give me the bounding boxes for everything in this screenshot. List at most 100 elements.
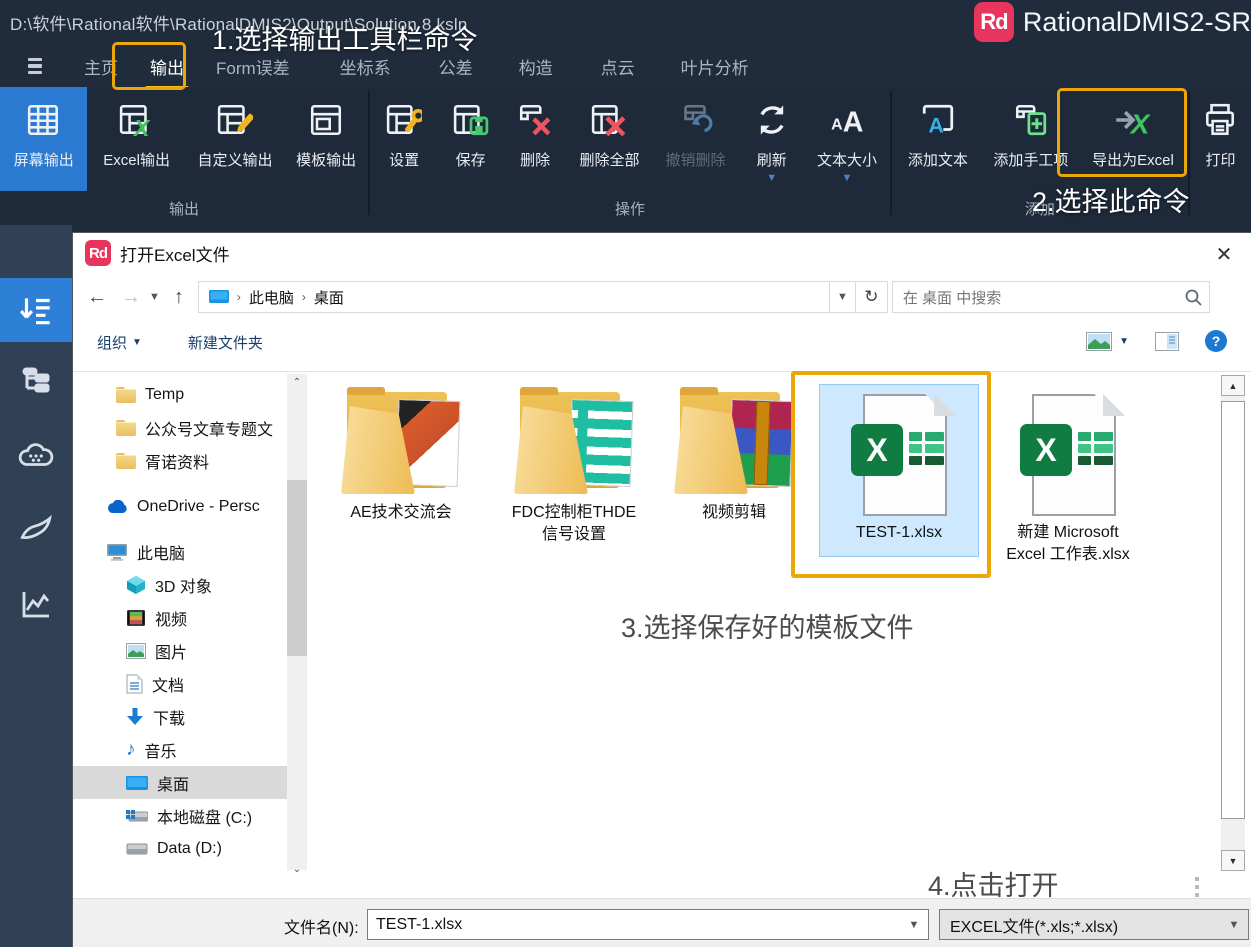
file-tile-video-edit[interactable]: 视频剪辑 — [654, 392, 814, 524]
excel-output-button[interactable]: X Excel输出 — [87, 87, 185, 191]
print-button[interactable]: 打印 — [1190, 87, 1251, 191]
address-caret-icon[interactable]: ▼ — [829, 282, 855, 312]
delete-button[interactable]: 删除 — [503, 87, 568, 191]
list-scroll-down-icon[interactable]: ▼ — [1221, 850, 1245, 871]
help-icon[interactable]: ? — [1205, 330, 1227, 352]
add-text-button[interactable]: A 添加文本 — [892, 87, 984, 191]
title-bar: D:\软件\Rational软件\RationalDMIS2\Output\So… — [0, 0, 1251, 45]
tree-item-videos[interactable]: 视频 — [73, 601, 287, 634]
screen-output-button[interactable]: 屏幕输出 — [0, 87, 87, 191]
dialog-close-icon[interactable]: ✕ — [1210, 240, 1238, 268]
tree-item-gongzhonghao[interactable]: 公众号文章专题文 — [73, 411, 287, 444]
tree-item-onedrive[interactable]: OneDrive - Persc — [73, 490, 287, 523]
tab-construct[interactable]: 构造 — [503, 45, 569, 88]
tab-home[interactable]: 主页 — [68, 45, 134, 88]
dialog-title-bar[interactable]: Rd 打开Excel文件 ✕ — [73, 233, 1251, 273]
resize-grip — [1195, 877, 1199, 897]
sidebar-pointcloud-icon[interactable] — [0, 424, 72, 488]
new-folder-button[interactable]: 新建文件夹 — [188, 332, 263, 353]
views-caret-icon: ▼ — [1119, 336, 1129, 347]
folder-icon — [116, 453, 136, 469]
tree-item-desktop[interactable]: 桌面 — [73, 766, 287, 799]
dialog-command-bar: 组织 ▼ 新建文件夹 ▼ ? — [73, 325, 1251, 359]
tree-scrollbar[interactable]: ⌃ ⌄ — [287, 374, 307, 870]
ribbon-group-operations: 设置 保存 删除 — [370, 87, 890, 225]
delete-all-button[interactable]: 删除全部 — [567, 87, 651, 191]
address-refresh-icon[interactable]: ↻ — [855, 282, 887, 312]
file-list-scrollbar[interactable]: ▲ ▼ — [1221, 375, 1245, 871]
breadcrumb-this-pc[interactable]: 此电脑 — [249, 287, 294, 308]
tab-output[interactable]: 输出 — [134, 45, 200, 88]
filename-caret-icon[interactable]: ▼ — [900, 919, 928, 931]
organize-caret-icon[interactable]: ▼ — [132, 337, 142, 348]
breadcrumb-desktop[interactable]: 桌面 — [314, 287, 344, 308]
desktop-mini-icon — [209, 289, 229, 305]
search-icon[interactable] — [1179, 288, 1209, 306]
views-button[interactable]: ▼ — [1086, 332, 1129, 351]
template-output-button[interactable]: 模板输出 — [284, 87, 368, 191]
tab-pointcloud[interactable]: 点云 — [585, 45, 651, 88]
delete-all-icon — [591, 97, 627, 143]
menu-kebab-icon[interactable] — [28, 58, 42, 75]
search-placeholder: 在 桌面 中搜索 — [893, 287, 1179, 308]
filename-label: 文件名(N): — [284, 914, 359, 938]
tree-item-local-disk-c[interactable]: 本地磁盘 (C:) — [73, 799, 287, 832]
tree-item-3d-objects[interactable]: 3D 对象 — [73, 568, 287, 601]
forward-icon[interactable]: → — [121, 286, 141, 309]
folder-icon-large — [341, 392, 461, 496]
refresh-button[interactable]: 刷新 ▼ — [739, 87, 804, 191]
drive-c-icon — [126, 808, 148, 824]
file-tile-fdc[interactable]: FDC控制柜THDE 信号设置 — [494, 392, 654, 547]
desktop-icon — [126, 775, 148, 791]
preview-pane-icon[interactable] — [1155, 332, 1179, 351]
list-scroll-thumb[interactable] — [1221, 401, 1245, 819]
tree-item-music[interactable]: ♪ 音乐 — [73, 733, 287, 766]
tree-item-documents[interactable]: 文档 — [73, 667, 287, 700]
group-label-operations: 操作 — [370, 198, 890, 219]
tree-scroll-thumb[interactable] — [287, 480, 307, 656]
search-box[interactable]: 在 桌面 中搜索 — [892, 281, 1210, 313]
settings-button[interactable]: 设置 — [370, 87, 438, 191]
tab-blade-analysis[interactable]: 叶片分析 — [665, 45, 765, 88]
back-icon[interactable]: ← — [87, 286, 107, 309]
ribbon-group-output: 屏幕输出 X Excel输出 自定义输出 — [0, 87, 368, 225]
tree-item-data-d[interactable]: Data (D:) — [73, 832, 287, 865]
file-tile-test1[interactable]: X TEST-1.xlsx — [819, 394, 979, 544]
address-bar[interactable]: › 此电脑 › 桌面 ▼ ↻ — [198, 281, 888, 313]
breadcrumb: › 此电脑 › 桌面 — [199, 282, 829, 312]
file-tile-ae[interactable]: AE技术交流会 — [321, 392, 481, 524]
up-icon[interactable]: ↑ — [174, 286, 184, 309]
export-to-excel-button[interactable]: X 导出为Excel — [1078, 87, 1188, 191]
tree-scroll-down-icon[interactable]: ⌄ — [287, 861, 307, 878]
ribbon-tab-bar: 主页 输出 Form误差 坐标系 公差 构造 点云 叶片分析 — [0, 45, 1251, 87]
custom-output-button[interactable]: 自定义输出 — [186, 87, 284, 191]
history-caret-icon[interactable]: ▼ — [149, 291, 160, 303]
text-size-dropdown-caret[interactable]: ▼ — [842, 173, 853, 183]
tree-item-xunuo[interactable]: 胥诺资料 — [73, 444, 287, 477]
organize-button[interactable]: 组织 — [97, 332, 127, 353]
filetype-combo[interactable]: EXCEL文件(*.xls;*.xlsx) ▼ — [939, 909, 1249, 940]
tree-scroll-up-icon[interactable]: ⌃ — [287, 374, 307, 391]
filetype-caret-icon[interactable]: ▼ — [1220, 919, 1248, 931]
add-manual-item-button[interactable]: 添加手工项 — [984, 87, 1078, 191]
folder-icon — [116, 387, 136, 403]
file-tile-new-excel[interactable]: X 新建 Microsoft Excel 工作表.xlsx — [983, 394, 1153, 567]
tree-item-temp[interactable]: Temp — [73, 378, 287, 411]
tree-item-this-pc[interactable]: 此电脑 — [73, 535, 287, 568]
filetype-value: EXCEL文件(*.xls;*.xlsx) — [940, 913, 1220, 937]
sidebar-tree-icon[interactable] — [0, 350, 72, 414]
sidebar-output-list-icon[interactable] — [0, 278, 72, 342]
sidebar-chart-icon[interactable] — [0, 572, 72, 636]
excel-output-icon: X — [119, 97, 155, 143]
excel-file-icon: X — [851, 394, 947, 516]
sidebar-blade-icon[interactable] — [0, 498, 72, 562]
tree-item-downloads[interactable]: 下载 — [73, 700, 287, 733]
group-label-output: 输出 — [0, 198, 368, 219]
brand-area: Rd RationalDMIS2-SR — [974, 2, 1251, 42]
tree-item-pictures[interactable]: 图片 — [73, 634, 287, 667]
list-scroll-up-icon[interactable]: ▲ — [1221, 375, 1245, 396]
text-size-button[interactable]: A A 文本大小 ▼ — [804, 87, 890, 191]
refresh-dropdown-caret[interactable]: ▼ — [766, 173, 777, 183]
save-button[interactable]: 保存 — [438, 87, 503, 191]
filename-combo[interactable]: TEST-1.xlsx ▼ — [367, 909, 929, 940]
